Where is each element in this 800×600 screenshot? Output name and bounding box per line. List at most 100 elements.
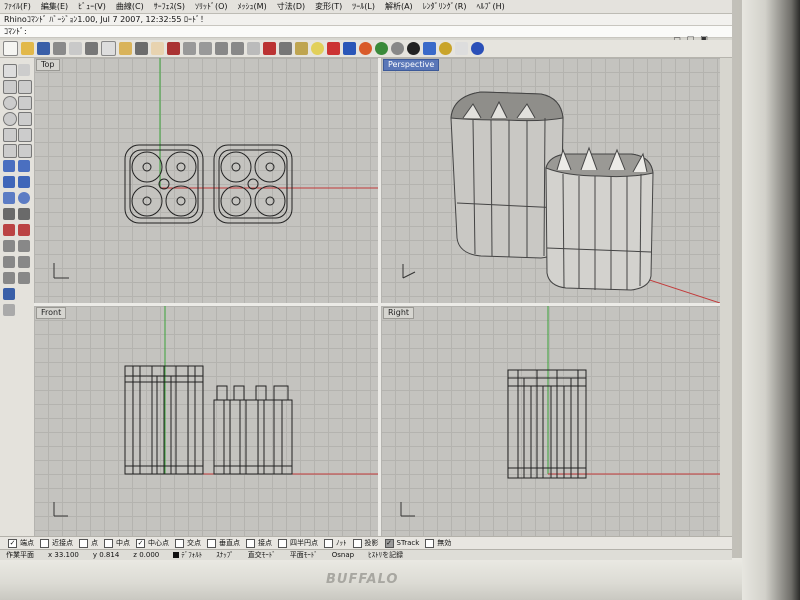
menu-file[interactable]: ﾌｧｲﾙ(F) xyxy=(4,1,31,12)
copy-icon[interactable] xyxy=(101,41,116,56)
viewport-front[interactable]: Front xyxy=(34,306,378,536)
status-planar[interactable]: 平面ﾓｰﾄﾞ xyxy=(290,550,318,560)
arc-icon[interactable] xyxy=(18,96,32,110)
dimension-icon[interactable] xyxy=(3,288,15,300)
menu-edit[interactable]: 編集(E) xyxy=(41,1,68,12)
set-view-icon[interactable] xyxy=(263,42,276,55)
extrude-icon[interactable] xyxy=(18,208,30,220)
status-ortho[interactable]: 直交ﾓｰﾄﾞ xyxy=(248,550,276,560)
viewport-label-front[interactable]: Front xyxy=(36,307,67,319)
checkbox-icon[interactable] xyxy=(324,538,333,548)
zoom-window-icon[interactable] xyxy=(199,42,212,55)
text-icon[interactable] xyxy=(3,144,17,158)
mesh-icon[interactable] xyxy=(3,208,15,220)
new-file-icon[interactable] xyxy=(3,41,18,56)
move-icon[interactable] xyxy=(3,240,15,252)
cylinder-icon[interactable] xyxy=(3,192,15,204)
viewport-label-right[interactable]: Right xyxy=(383,307,415,319)
select-icon[interactable] xyxy=(279,42,292,55)
osnap-quadrant[interactable]: 四半円点 xyxy=(278,538,318,548)
osnap-knot[interactable]: ﾉｯﾄ xyxy=(324,538,347,548)
point-icon[interactable] xyxy=(18,64,30,76)
boolean-icon[interactable] xyxy=(3,224,15,236)
checkbox-icon[interactable] xyxy=(278,538,287,548)
checkbox-icon[interactable]: ✓ xyxy=(8,538,17,548)
tools-icon[interactable] xyxy=(455,42,468,55)
checkbox-icon[interactable] xyxy=(425,538,435,548)
menu-render[interactable]: ﾚﾝﾀﾞﾘﾝｸﾞ(R) xyxy=(423,1,467,12)
polygon-icon[interactable] xyxy=(3,128,17,142)
checkbox-icon[interactable]: ✓ xyxy=(136,538,145,548)
open-folder-icon[interactable] xyxy=(21,42,34,55)
checkbox-icon[interactable] xyxy=(175,538,184,548)
sphere-tool-icon[interactable] xyxy=(18,192,30,204)
array-icon[interactable] xyxy=(3,272,15,284)
osnap-perpendicular[interactable]: 垂直点 xyxy=(207,538,240,548)
menu-solid[interactable]: ｿﾘｯﾄﾞ(O) xyxy=(195,1,228,12)
options-icon[interactable] xyxy=(423,42,436,55)
status-snap[interactable]: ｽﾅｯﾌﾟ xyxy=(216,550,234,560)
status-osnap[interactable]: Osnap xyxy=(332,551,354,559)
menu-mesh[interactable]: ﾒｯｼｭ(M) xyxy=(238,1,267,12)
pan-hand-icon[interactable] xyxy=(151,42,164,55)
checkbox-icon[interactable]: ✓ xyxy=(384,538,394,548)
solid-box-icon[interactable] xyxy=(3,176,15,188)
freeform-icon[interactable] xyxy=(18,128,32,142)
rotate-icon[interactable] xyxy=(3,256,15,268)
zoom-icon[interactable] xyxy=(183,42,196,55)
hide-icon[interactable] xyxy=(327,42,340,55)
zoom-selected-icon[interactable] xyxy=(231,42,244,55)
menu-help[interactable]: ﾍﾙﾌﾟ(H) xyxy=(477,1,505,12)
status-history[interactable]: ﾋｽﾄﾘを記録 xyxy=(368,550,403,560)
sphere-icon[interactable] xyxy=(391,42,404,55)
osnap-near[interactable]: 近接点 xyxy=(40,538,73,548)
fillet-icon[interactable] xyxy=(18,144,32,158)
osnap-end[interactable]: ✓ 端点 xyxy=(8,538,34,548)
checkbox-icon[interactable] xyxy=(104,538,113,548)
osnap-mid[interactable]: 中点 xyxy=(104,538,130,548)
viewport-splitter-horizontal[interactable] xyxy=(34,303,720,306)
viewport-top[interactable]: Top xyxy=(34,58,378,303)
osnap-point[interactable]: 点 xyxy=(79,538,98,548)
menu-surface[interactable]: ｻｰﾌｪｽ(S) xyxy=(154,1,185,12)
lightbulb-icon[interactable] xyxy=(311,42,324,55)
osnap-center[interactable]: ✓ 中心点 xyxy=(136,538,169,548)
help-icon[interactable] xyxy=(471,42,484,55)
hatch-icon[interactable] xyxy=(3,304,15,316)
checkbox-icon[interactable] xyxy=(79,538,88,548)
split-icon[interactable] xyxy=(18,224,30,236)
viewport-label-top[interactable]: Top xyxy=(36,59,60,71)
material-icon[interactable] xyxy=(375,42,388,55)
viewport-right[interactable]: Right xyxy=(381,306,720,536)
curve-icon[interactable] xyxy=(18,80,32,94)
checkbox-icon[interactable] xyxy=(40,538,49,548)
command-prompt[interactable]: ｺﾏﾝﾄﾞ: xyxy=(0,26,732,38)
gear-icon[interactable] xyxy=(439,42,452,55)
status-layer[interactable]: ﾃﾞﾌｫﾙﾄ xyxy=(173,550,202,560)
checkbox-icon[interactable] xyxy=(352,538,362,548)
cut-icon[interactable] xyxy=(85,42,98,55)
checkbox-icon[interactable] xyxy=(246,538,255,548)
environment-icon[interactable] xyxy=(407,42,420,55)
viewport-splitter-vertical[interactable] xyxy=(378,58,381,538)
scale-icon[interactable] xyxy=(18,256,30,268)
rotate-view-icon[interactable] xyxy=(167,42,180,55)
layer-icon[interactable] xyxy=(295,42,308,55)
grid-icon[interactable] xyxy=(247,42,260,55)
polyline-icon[interactable] xyxy=(3,80,17,94)
zoom-extents-icon[interactable] xyxy=(215,42,228,55)
shade-icon[interactable] xyxy=(343,42,356,55)
ellipse-icon[interactable] xyxy=(3,112,17,126)
menu-analyze[interactable]: 解析(A) xyxy=(385,1,413,12)
undo-icon[interactable] xyxy=(135,42,148,55)
save-icon[interactable] xyxy=(37,42,50,55)
circle-icon[interactable] xyxy=(3,96,17,110)
menu-dimension[interactable]: 寸法(D) xyxy=(277,1,305,12)
menu-tools[interactable]: ﾂｰﾙ(L) xyxy=(352,1,375,12)
menu-curve[interactable]: 曲線(C) xyxy=(116,1,144,12)
osnap-strack[interactable]: ✓ STrack xyxy=(384,538,419,548)
viewport-perspective[interactable]: Perspective xyxy=(381,58,720,303)
viewport-label-perspective[interactable]: Perspective xyxy=(383,59,440,71)
osnap-tangent[interactable]: 接点 xyxy=(246,538,272,548)
surface-edit-icon[interactable] xyxy=(18,160,30,172)
